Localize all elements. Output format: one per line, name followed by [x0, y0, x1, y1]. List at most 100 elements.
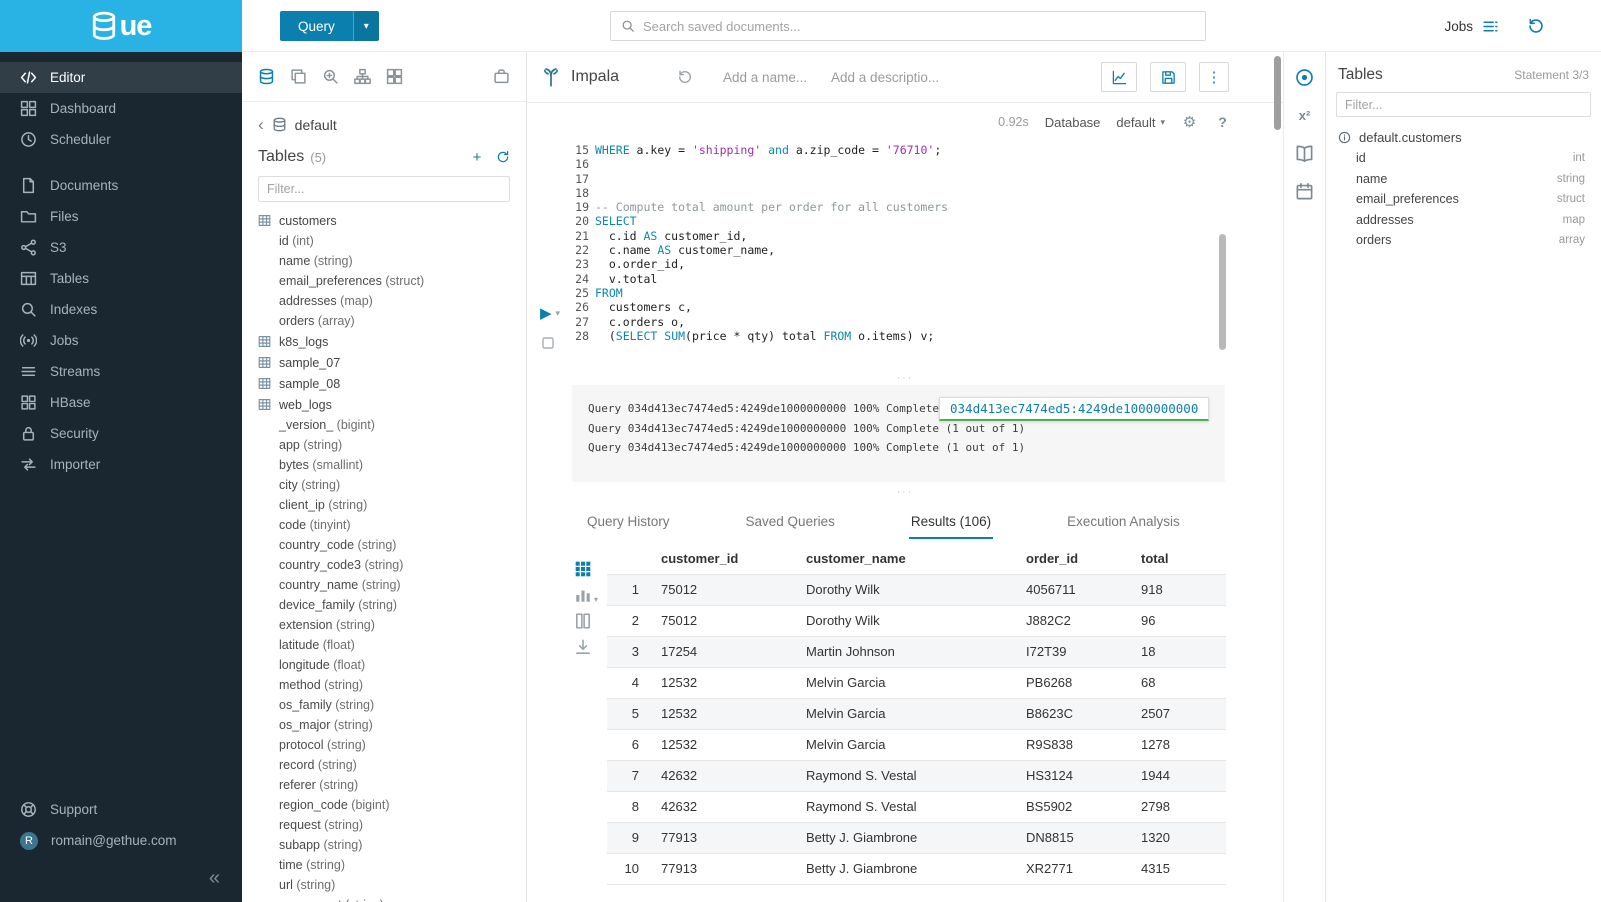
assist-column-item[interactable]: region_code (bigint) — [242, 795, 526, 815]
execute-caret-icon[interactable]: ▾ — [556, 309, 561, 318]
assist-table-item[interactable]: customers — [242, 210, 526, 231]
sidebar-item-streams[interactable]: Streams — [0, 356, 242, 387]
sitemap-icon[interactable] — [354, 68, 371, 85]
assist-column-item[interactable]: device_family (string) — [242, 595, 526, 615]
tables-filter[interactable] — [258, 176, 510, 202]
result-row[interactable]: 275012Dorothy WilkJ882C296 — [607, 605, 1226, 636]
result-row[interactable]: 977913Betty J. GiambroneDN88151320 — [607, 822, 1226, 853]
sidebar-item-scheduler[interactable]: Scheduler — [0, 124, 242, 155]
assist-column-item[interactable]: name (string) — [242, 251, 526, 271]
editor-scrollbar[interactable] — [1219, 234, 1226, 350]
sidebar-item-jobs[interactable]: Jobs — [0, 325, 242, 356]
execute-button[interactable]: ▶ ▾ — [540, 306, 560, 321]
right-column-item[interactable]: namestring — [1326, 169, 1601, 190]
result-row[interactable]: 842632Raymond S. VestalBS59022798 — [607, 791, 1226, 822]
assist-table-item[interactable]: k8s_logs — [242, 331, 526, 352]
language-reference-icon[interactable] — [1295, 144, 1314, 163]
assist-column-item[interactable]: id (int) — [242, 231, 526, 251]
help-icon[interactable]: ? — [1214, 114, 1231, 131]
result-row[interactable]: 317254Martin JohnsonI72T3918 — [607, 636, 1226, 667]
right-column-item[interactable]: addressesmap — [1326, 210, 1601, 231]
assist-column-item[interactable]: latitude (float) — [242, 635, 526, 655]
assist-column-item[interactable]: os_family (string) — [242, 695, 526, 715]
save-button[interactable] — [1150, 62, 1186, 92]
assist-column-item[interactable]: user_agent (string) — [242, 895, 526, 902]
right-column-item[interactable]: email_preferencesstruct — [1326, 189, 1601, 210]
tab-execution-analysis[interactable]: Execution Analysis — [1065, 505, 1182, 539]
chart-view-caret-icon[interactable]: ▾ — [594, 595, 598, 604]
right-column-item[interactable]: ordersarray — [1326, 230, 1601, 251]
grid-view-icon[interactable] — [574, 560, 592, 578]
assist-column-item[interactable]: _version_ (bigint) — [242, 415, 526, 435]
active-table-name[interactable]: default.customers — [1359, 130, 1462, 145]
assist-column-item[interactable]: protocol (string) — [242, 735, 526, 755]
schedule-icon[interactable] — [1295, 182, 1314, 201]
code-editor[interactable]: 1516171819202122232425262728 WHERE a.key… — [527, 141, 1283, 393]
jobs-link[interactable]: Jobs — [1444, 18, 1499, 35]
sidebar-item-files[interactable]: Files — [0, 201, 242, 232]
assist-table-item[interactable]: sample_07 — [242, 352, 526, 373]
database-select[interactable]: default ▾ — [1116, 115, 1165, 130]
assist-column-item[interactable]: os_major (string) — [242, 715, 526, 735]
back-chevron-icon[interactable]: ‹ — [258, 116, 264, 133]
resize-handle-top[interactable]: ··· — [527, 374, 1283, 382]
assist-column-item[interactable]: subapp (string) — [242, 835, 526, 855]
assist-column-item[interactable]: city (string) — [242, 475, 526, 495]
apps-grid-icon[interactable] — [386, 68, 403, 85]
result-row[interactable]: 512532Melvin GarciaB8623C2507 — [607, 698, 1226, 729]
sidebar-item-importer[interactable]: Importer — [0, 449, 242, 480]
assist-column-item[interactable]: country_name (string) — [242, 575, 526, 595]
result-row[interactable]: 1077913Betty J. GiambroneXR27714315 — [607, 853, 1226, 884]
zoom-in-icon[interactable] — [322, 68, 339, 85]
sidebar-item-hbase[interactable]: HBase — [0, 387, 242, 418]
sidebar-item-documents[interactable]: Documents — [0, 170, 242, 201]
assist-column-item[interactable]: email_preferences (struct) — [242, 271, 526, 291]
result-row[interactable]: 742632Raymond S. VestalHS31241944 — [607, 760, 1226, 791]
col-header-row[interactable] — [607, 544, 659, 574]
tab-results[interactable]: Results (106) — [909, 505, 993, 539]
right-filter-input[interactable] — [1345, 98, 1582, 112]
sidebar-item-tables[interactable]: Tables — [0, 263, 242, 294]
chart-button[interactable] — [1101, 62, 1137, 92]
query-history-icon[interactable] — [677, 69, 693, 85]
assist-column-item[interactable]: time (string) — [242, 855, 526, 875]
active-table-item[interactable]: default.customers — [1326, 117, 1601, 148]
more-actions-button[interactable]: ⋮ — [1199, 62, 1229, 92]
assist-column-item[interactable]: record (string) — [242, 755, 526, 775]
statement-marker-icon[interactable] — [540, 335, 556, 351]
engine-selector[interactable]: Impala — [541, 67, 619, 87]
assist-column-item[interactable]: bytes (smallint) — [242, 455, 526, 475]
sidebar-item-security[interactable]: Security — [0, 418, 242, 449]
search-input[interactable] — [643, 19, 1195, 34]
tab-saved-queries[interactable]: Saved Queries — [744, 505, 837, 539]
assist-column-item[interactable]: orders (array) — [242, 311, 526, 331]
collections-bag-icon[interactable] — [493, 68, 510, 85]
result-row[interactable]: 175012Dorothy Wilk4056711918 — [607, 574, 1226, 605]
global-search[interactable] — [610, 11, 1206, 41]
assist-column-item[interactable]: code (tinyint) — [242, 515, 526, 535]
col-header-total[interactable]: total — [1139, 544, 1226, 574]
settings-gear-icon[interactable]: ⚙ — [1181, 114, 1198, 131]
query-name-field[interactable]: Add a name... — [723, 70, 819, 85]
assist-table-item[interactable]: web_logs — [242, 394, 526, 415]
refresh-tables-icon[interactable] — [496, 150, 510, 164]
assist-column-item[interactable]: method (string) — [242, 675, 526, 695]
resize-handle-bottom[interactable]: ··· — [527, 488, 1283, 496]
database-breadcrumb[interactable]: ‹ default — [242, 102, 526, 133]
download-icon[interactable] — [574, 638, 592, 656]
chart-view-icon[interactable] — [574, 586, 592, 604]
assist-column-item[interactable]: client_ip (string) — [242, 495, 526, 515]
col-header-order_id[interactable]: order_id — [1024, 544, 1139, 574]
assist-column-item[interactable]: longitude (float) — [242, 655, 526, 675]
query-id-tooltip[interactable]: 034d413ec7474ed5:4249de1000000000 — [939, 397, 1209, 421]
tab-query-history[interactable]: Query History — [585, 505, 672, 539]
assist-column-item[interactable]: country_code3 (string) — [242, 555, 526, 575]
assist-table-item[interactable]: sample_08 — [242, 373, 526, 394]
assist-column-item[interactable]: country_code (string) — [242, 535, 526, 555]
main-scrollbar[interactable] — [1274, 56, 1281, 130]
documents-assist-icon[interactable] — [290, 68, 307, 85]
database-breadcrumb-label[interactable]: default — [295, 117, 337, 133]
result-row[interactable]: 612532Melvin GarciaR9S8381278 — [607, 729, 1226, 760]
databases-icon[interactable] — [258, 68, 275, 85]
assist-column-item[interactable]: addresses (map) — [242, 291, 526, 311]
